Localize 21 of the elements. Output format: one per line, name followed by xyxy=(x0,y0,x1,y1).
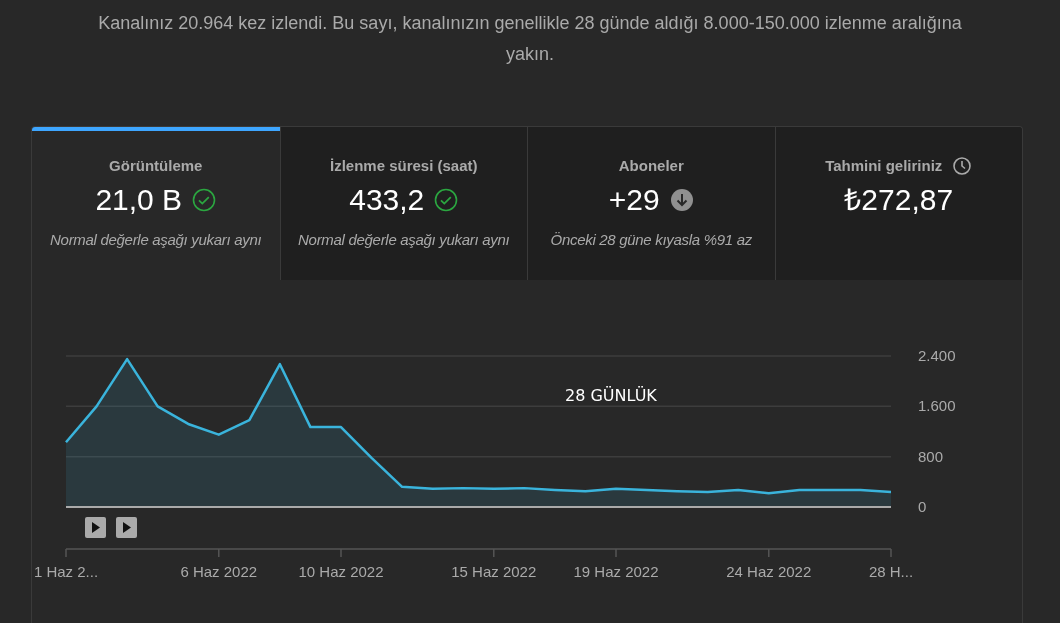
y-axis-label: 1.600 xyxy=(918,397,956,415)
x-axis-label: 24 Haz 2022 xyxy=(726,563,812,580)
check-circle-icon xyxy=(434,188,459,212)
x-axis-label: 19 Haz 2022 xyxy=(573,563,659,580)
metric-tab[interactable]: Tahmini geliriniz ₺272,87 xyxy=(774,127,1022,280)
clock-icon xyxy=(952,156,973,176)
x-axis-label: 1 Haz 2... xyxy=(33,563,99,580)
play-icon[interactable] xyxy=(116,517,137,538)
x-axis-label: 15 Haz 2022 xyxy=(451,563,537,580)
period-label: 28 GÜNLÜK xyxy=(565,386,657,405)
metric-tab[interactable]: İzlenme süresi (saat) 433,2 Normal değerle aşağı yukarı aynı xyxy=(279,127,527,280)
y-axis-label: 2.400 xyxy=(918,347,956,364)
play-icon[interactable] xyxy=(85,517,106,538)
check-circle-icon xyxy=(192,188,217,212)
y-axis-label: 0 xyxy=(918,498,927,515)
metric-tab[interactable]: Aboneler +29 Önceki 28 güne kıyasla %91 az xyxy=(527,127,775,280)
summary-text: Kanalınız 20.964 kez izlendi. Bu sayı, kanalınızın genellikle 28 günde aldığı 8.000-150.000 izlenme aralığına yakın. xyxy=(97,12,963,66)
x-axis-label: 28 H... xyxy=(868,563,914,580)
y-axis-label: 800 xyxy=(918,447,944,465)
x-axis-label: 10 Haz 2022 xyxy=(298,563,384,580)
x-axis-label: 6 Haz 2022 xyxy=(180,563,258,580)
